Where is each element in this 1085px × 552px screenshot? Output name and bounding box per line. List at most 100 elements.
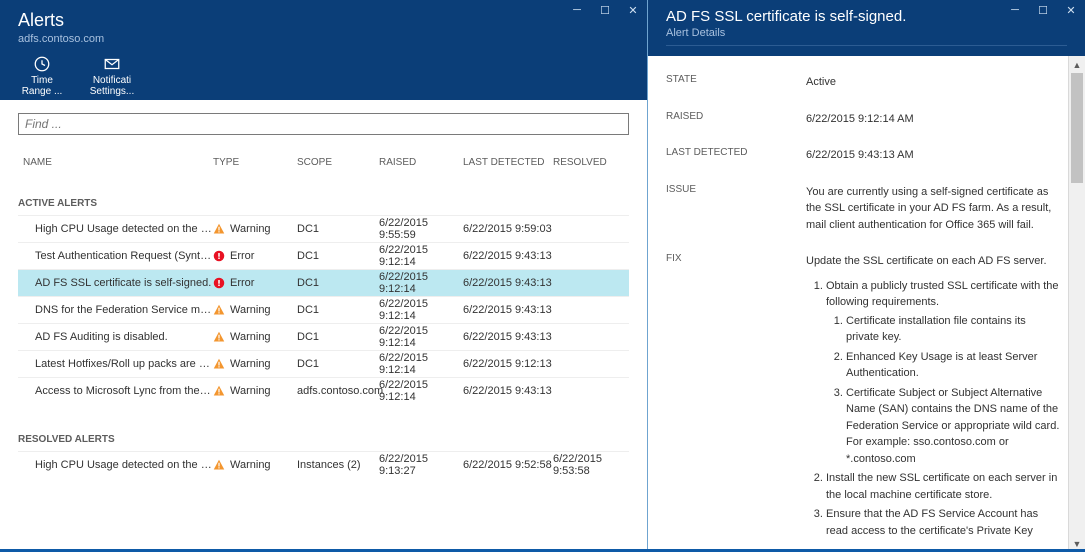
warning-icon [213, 358, 225, 370]
clock-icon [33, 55, 51, 73]
notification-settings-button[interactable]: Notificati Settings... [88, 55, 136, 97]
cell-last-detected: 6/22/2015 9:43:13 [463, 277, 553, 289]
col-raised[interactable]: RAISED [379, 157, 463, 168]
fix-label: FIX [666, 253, 796, 552]
cell-raised: 6/22/2015 9:12:14 [379, 352, 463, 376]
cell-scope: DC1 [297, 277, 379, 289]
active-alerts-group: ACTIVE ALERTS [18, 198, 629, 209]
mail-icon [103, 55, 121, 73]
cell-last-detected: 6/22/2015 9:43:13 [463, 250, 553, 262]
raised-label: RAISED [666, 111, 796, 128]
warning-icon [213, 304, 225, 316]
cell-raised: 6/22/2015 9:12:14 [379, 379, 463, 403]
table-row[interactable]: AD FS SSL certificate is self-signed.Err… [18, 269, 629, 296]
fix-step-1a: Certificate installation file contains i… [846, 313, 1061, 346]
error-icon [213, 277, 225, 289]
cell-raised: 6/22/2015 9:12:14 [379, 271, 463, 295]
cell-type: Error [213, 250, 297, 262]
alert-details-panel: ─ ☐ ✕ AD FS SSL certificate is self-sign… [648, 0, 1085, 552]
alerts-title: Alerts [18, 10, 629, 31]
minimize-button[interactable]: ─ [1001, 0, 1029, 20]
fix-step-2: Install the new SSL certificate on each … [826, 470, 1061, 503]
search-input[interactable] [18, 113, 629, 135]
issue-label: ISSUE [666, 184, 796, 234]
cell-last-detected: 6/22/2015 9:12:13 [463, 358, 553, 370]
cell-name: DNS for the Federation Service may be... [23, 304, 213, 316]
fix-step-1: Obtain a publicly trusted SSL certificat… [826, 280, 1059, 309]
state-label: STATE [666, 74, 796, 91]
maximize-button[interactable]: ☐ [591, 0, 619, 20]
cell-last-detected: 6/22/2015 9:43:13 [463, 304, 553, 316]
table-row[interactable]: High CPU Usage detected on the Feder...W… [18, 215, 629, 242]
cell-name: Latest Hotfixes/Roll up packs are not in… [23, 358, 213, 370]
cell-name: High CPU Usage detected on the Feder... [23, 459, 213, 471]
col-name[interactable]: NAME [23, 157, 213, 168]
error-icon [213, 250, 225, 262]
warning-icon [213, 459, 225, 471]
last-detected-value: 6/22/2015 9:43:13 AM [806, 147, 1061, 164]
scroll-thumb[interactable] [1071, 73, 1083, 183]
table-row[interactable]: Access to Microsoft Lync from the extra.… [18, 377, 629, 404]
warning-icon [213, 385, 225, 397]
cell-type: Warning [213, 304, 297, 316]
minimize-button[interactable]: ─ [563, 0, 591, 20]
cell-name: AD FS Auditing is disabled. [23, 331, 213, 343]
cell-raised: 6/22/2015 9:12:14 [379, 244, 463, 268]
details-subtitle: Alert Details [666, 27, 1067, 39]
fix-intro: Update the SSL certificate on each AD FS… [806, 253, 1061, 270]
cell-scope: DC1 [297, 358, 379, 370]
table-row[interactable]: High CPU Usage detected on the Feder...W… [18, 451, 629, 478]
cell-last-detected: 6/22/2015 9:59:03 [463, 223, 553, 235]
table-row[interactable]: Test Authentication Request (Synthetic..… [18, 242, 629, 269]
col-last-detected[interactable]: LAST DETECTED [463, 157, 553, 168]
details-scrollbar[interactable]: ▲ ▼ [1068, 56, 1085, 552]
col-scope[interactable]: SCOPE [297, 157, 379, 168]
details-header: ─ ☐ ✕ AD FS SSL certificate is self-sign… [648, 0, 1085, 56]
cell-name: AD FS SSL certificate is self-signed. [23, 277, 213, 289]
table-header: NAME TYPE SCOPE RAISED LAST DETECTED RES… [18, 157, 629, 168]
scroll-up-button[interactable]: ▲ [1069, 56, 1085, 73]
time-range-label: Time Range ... [18, 75, 66, 97]
col-type[interactable]: TYPE [213, 157, 297, 168]
warning-icon [213, 331, 225, 343]
cell-raised: 6/22/2015 9:13:27 [379, 453, 463, 477]
close-button[interactable]: ✕ [1057, 0, 1085, 20]
table-row[interactable]: DNS for the Federation Service may be...… [18, 296, 629, 323]
cell-type: Error [213, 277, 297, 289]
fix-step-1b: Enhanced Key Usage is at least Server Au… [846, 349, 1061, 382]
cell-type: Warning [213, 459, 297, 471]
state-value: Active [806, 74, 1061, 91]
table-row[interactable]: AD FS Auditing is disabled.WarningDC16/2… [18, 323, 629, 350]
cell-type: Warning [213, 385, 297, 397]
details-header-rule [666, 45, 1067, 46]
cell-raised: 6/22/2015 9:55:59 [379, 217, 463, 241]
cell-name: Access to Microsoft Lync from the extra.… [23, 385, 213, 397]
col-resolved[interactable]: RESOLVED [553, 157, 635, 168]
time-range-button[interactable]: Time Range ... [18, 55, 66, 97]
alerts-toolbar: Time Range ... Notificati Settings... [18, 55, 629, 97]
raised-value: 6/22/2015 9:12:14 AM [806, 111, 1061, 128]
fix-step-3: Ensure that the AD FS Service Account ha… [826, 506, 1061, 539]
cell-last-detected: 6/22/2015 9:43:13 [463, 331, 553, 343]
cell-raised: 6/22/2015 9:12:14 [379, 298, 463, 322]
cell-name: Test Authentication Request (Synthetic..… [23, 250, 213, 262]
alerts-body: NAME TYPE SCOPE RAISED LAST DETECTED RES… [0, 100, 647, 552]
fix-value: Update the SSL certificate on each AD FS… [806, 253, 1061, 552]
alerts-header: ─ ☐ ✕ Alerts adfs.contoso.com Time Range… [0, 0, 647, 100]
close-button[interactable]: ✕ [619, 0, 647, 20]
cell-last-detected: 6/22/2015 9:43:13 [463, 385, 553, 397]
fix-step-1c: Certificate Subject or Subject Alternati… [846, 385, 1061, 468]
table-row[interactable]: Latest Hotfixes/Roll up packs are not in… [18, 350, 629, 377]
resolved-alerts-group: RESOLVED ALERTS [18, 434, 629, 445]
cell-last-detected: 6/22/2015 9:52:58 [463, 459, 553, 471]
cell-name: High CPU Usage detected on the Feder... [23, 223, 213, 235]
maximize-button[interactable]: ☐ [1029, 0, 1057, 20]
warning-icon [213, 223, 225, 235]
cell-type: Warning [213, 358, 297, 370]
alerts-subtitle: adfs.contoso.com [18, 33, 629, 45]
notification-settings-label: Notificati Settings... [88, 75, 136, 97]
cell-scope: DC1 [297, 331, 379, 343]
cell-raised: 6/22/2015 9:12:14 [379, 325, 463, 349]
cell-scope: DC1 [297, 304, 379, 316]
cell-scope: DC1 [297, 223, 379, 235]
